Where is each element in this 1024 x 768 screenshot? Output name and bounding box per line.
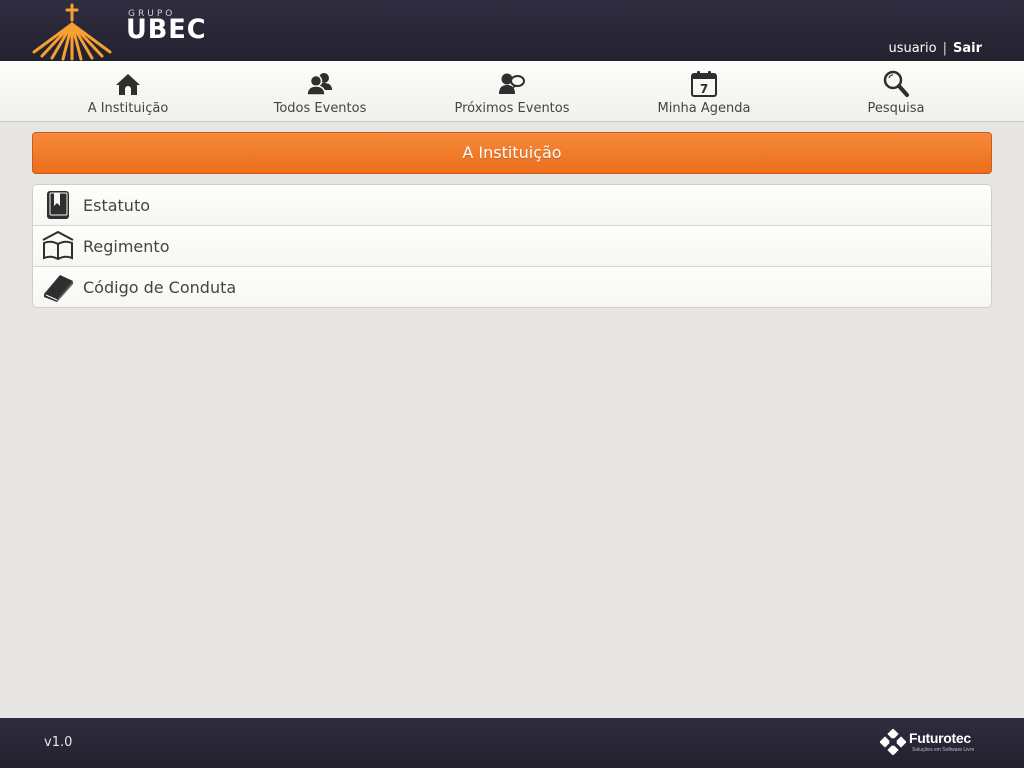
list-item-label: Regimento [83,237,170,256]
house-icon [116,74,140,95]
futurotec-logo: Futurotec Soluções em Software Livre [880,728,990,758]
user-area: usuario | Sair [888,41,982,56]
nav-label: A Instituição [87,101,169,116]
list-item-label: Código de Conduta [83,278,237,297]
list-item-label: Estatuto [83,196,150,215]
document-list: Estatuto Regimento Código de Conduta [32,184,992,308]
brand-name: Futurotec [909,730,971,746]
nav-item-instituicao[interactable]: A Instituição [32,61,224,121]
nav-item-todos-eventos[interactable]: Todos Eventos [224,61,416,121]
username-link[interactable]: usuario [888,41,936,56]
version-label: v1.0 [44,735,73,750]
user-chat-icon [499,73,525,94]
logout-link[interactable]: Sair [953,41,982,56]
app-window: GRUPO UBEC usuario | Sair A Instituição To… [0,0,1024,768]
puzzle-logo-icon [880,729,906,755]
cathedral-logo-icon [32,3,112,61]
calendar-day-number: 7 [700,82,708,96]
closed-book-icon [44,275,73,302]
nav-item-proximos-eventos[interactable]: Próximos Eventos [416,61,608,121]
user-separator: | [942,41,947,56]
nav-label: Minha Agenda [657,101,751,116]
header-bar: GRUPO UBEC usuario | Sair [0,0,1024,61]
logo-name: UBEC [126,14,207,45]
magnifier-icon [883,70,909,97]
calendar-icon: 7 [691,71,717,97]
footer-bar: v1.0 Futurotec Soluções em Software Livr… [0,718,1024,768]
nav-item-pesquisa[interactable]: Pesquisa [800,61,992,121]
list-item-codigo-conduta[interactable]: Código de Conduta [33,267,991,307]
nav-item-minha-agenda[interactable]: 7 Minha Agenda [608,61,800,121]
list-item-regimento[interactable]: Regimento [33,226,991,267]
open-book-icon [42,231,74,261]
nav-label: Próximos Eventos [454,101,570,116]
brand-tagline: Soluções em Software Livre [912,747,975,753]
page-title: A Instituição [32,132,992,174]
main-nav: A Instituição Todos Eventos Próximos Eve… [0,61,1024,122]
book-bookmark-icon [47,191,69,219]
list-item-estatuto[interactable]: Estatuto [33,185,991,226]
users-icon [306,73,332,96]
ubec-logo[interactable]: GRUPO UBEC [30,0,206,61]
nav-label: Todos Eventos [273,101,367,116]
nav-label: Pesquisa [867,101,925,116]
